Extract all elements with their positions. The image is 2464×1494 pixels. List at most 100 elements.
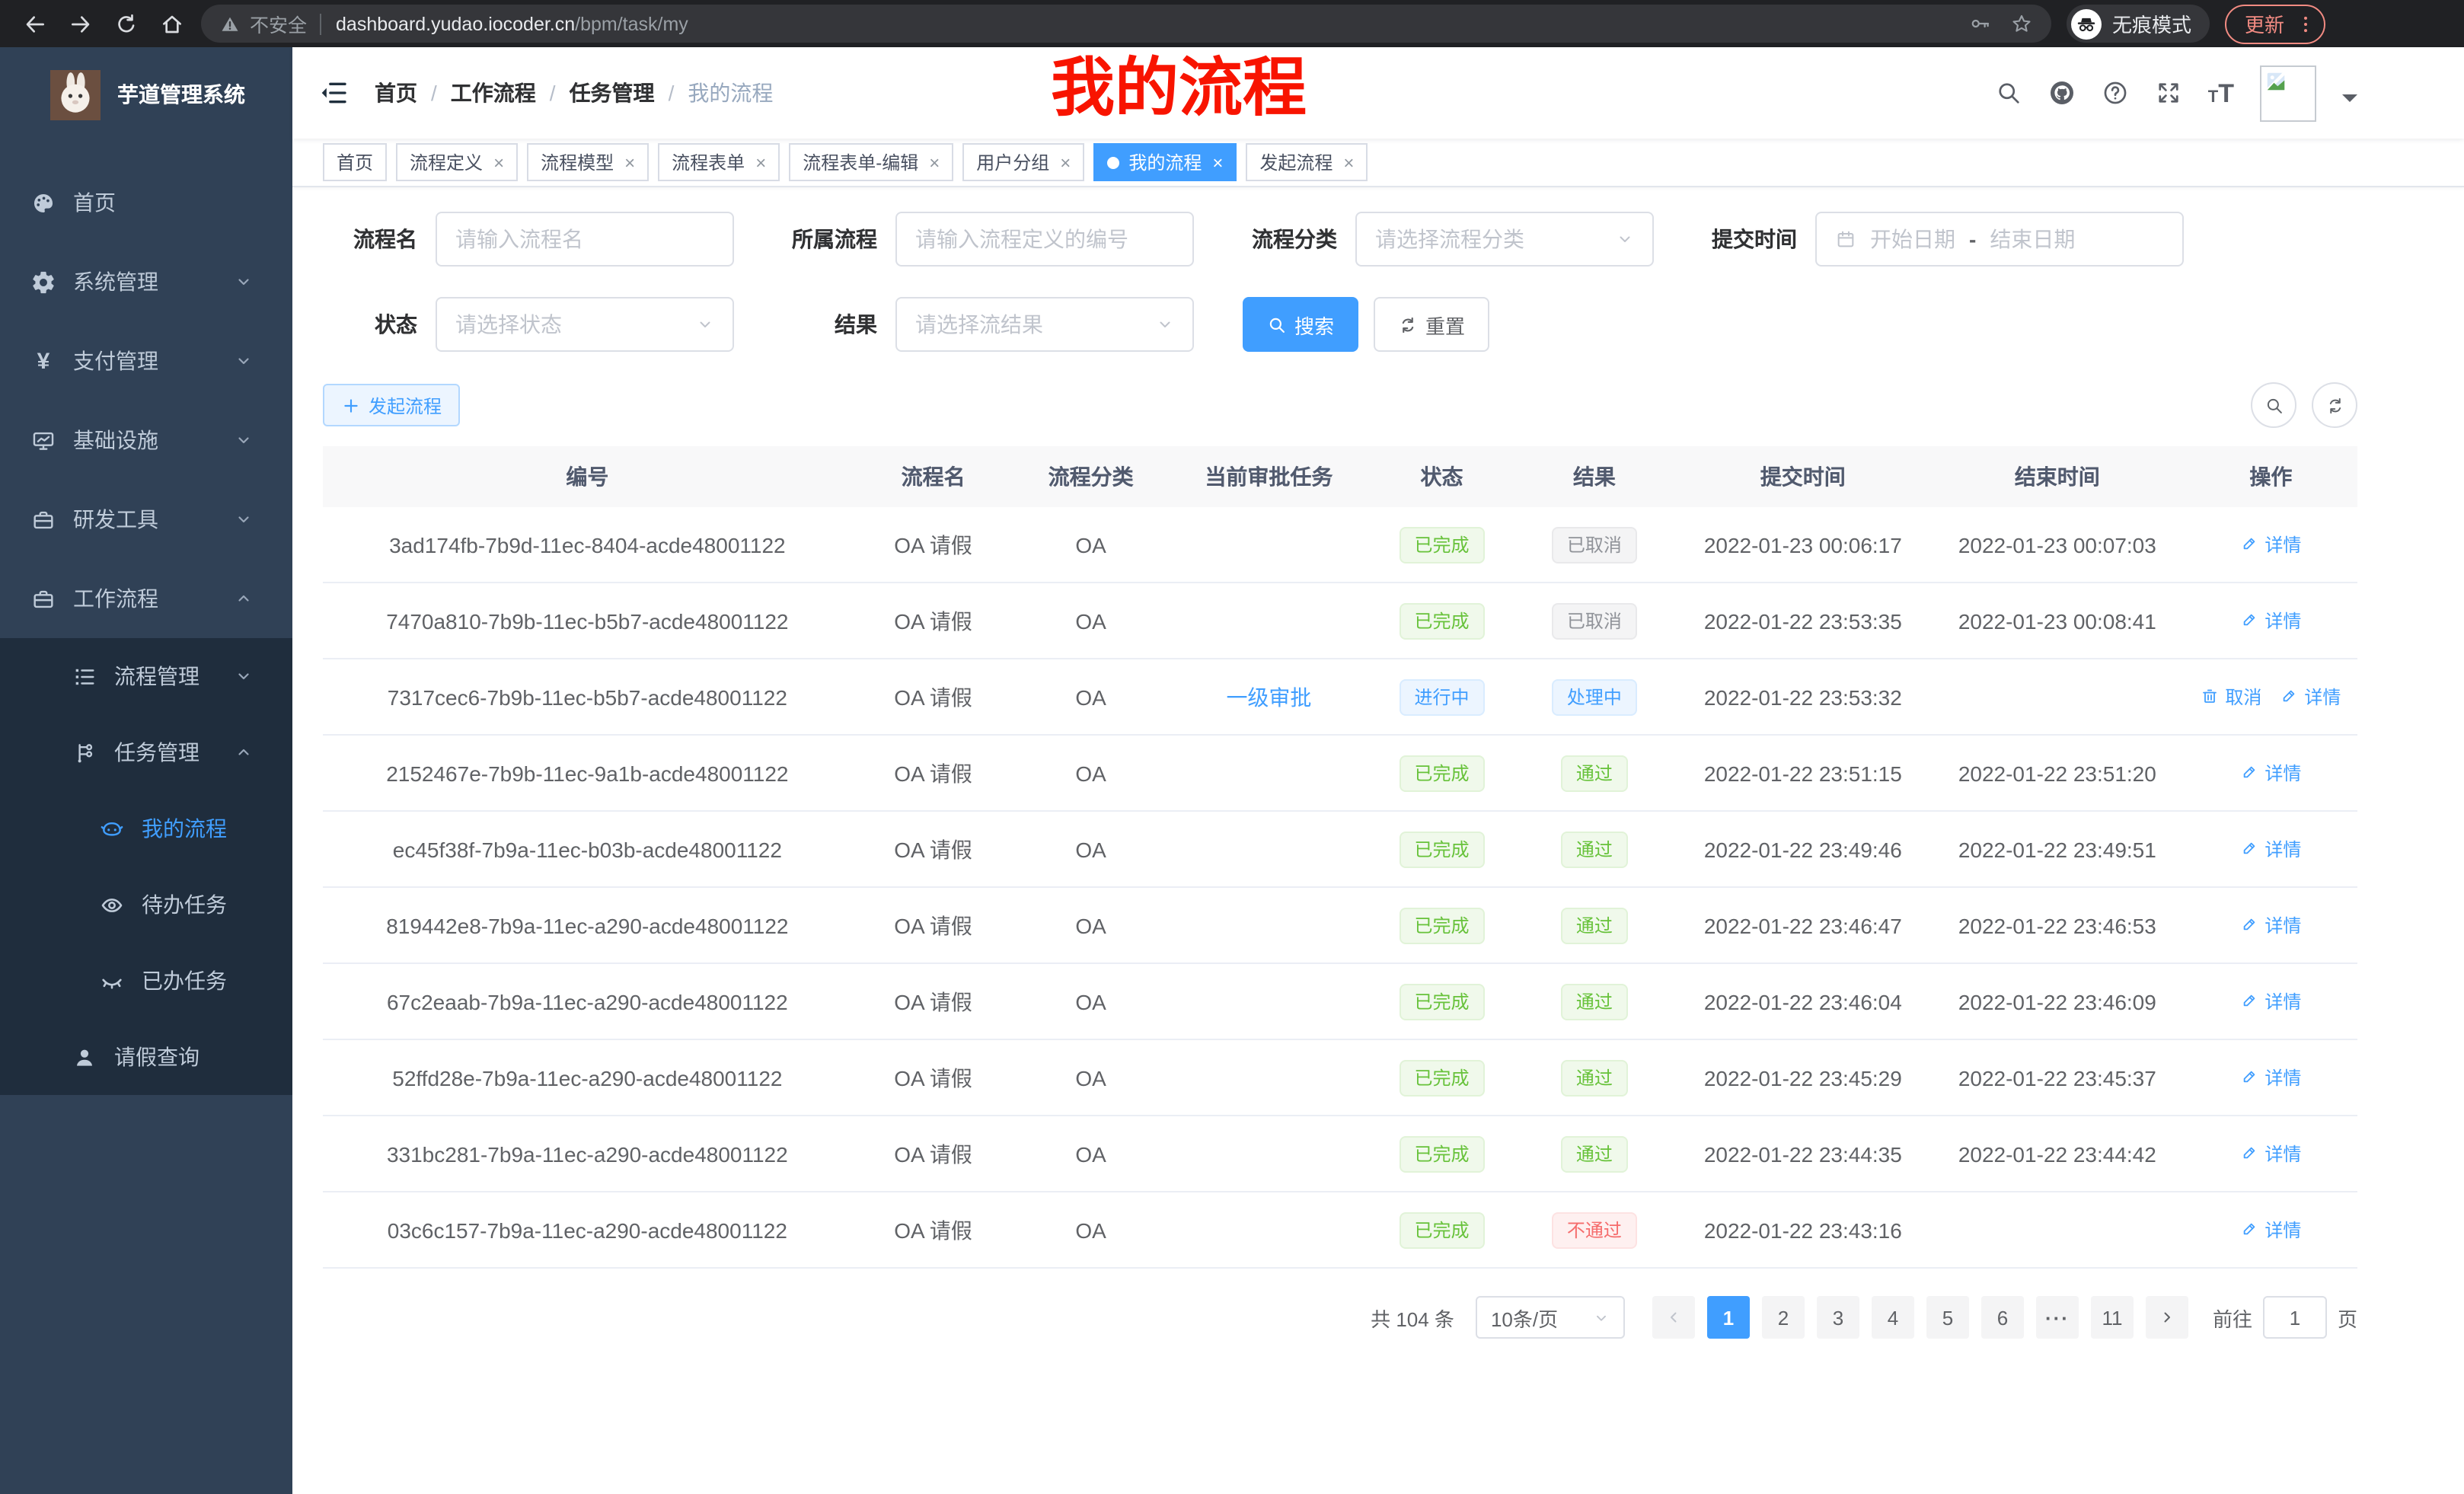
edit-icon [2240, 611, 2258, 630]
cell-category: OA [1014, 1141, 1167, 1166]
detail-link[interactable]: 详情 [2240, 988, 2301, 1014]
tab-label: 我的流程 [1128, 149, 1202, 175]
sidebar-item-done-tasks[interactable]: 已办任务 [0, 943, 292, 1019]
breadcrumb-item[interactable]: 任务管理 [570, 78, 655, 108]
toggle-search-button[interactable] [2251, 382, 2296, 428]
detail-link[interactable]: 详情 [2240, 608, 2301, 634]
help-icon[interactable] [2102, 79, 2129, 107]
column-header: 提交时间 [1676, 461, 1930, 492]
page-button-2[interactable]: 2 [1762, 1296, 1805, 1339]
close-icon[interactable]: × [755, 152, 766, 173]
result-badge: 通过 [1561, 1059, 1628, 1096]
page-size-select[interactable]: 10条/页 [1476, 1296, 1625, 1339]
forward-icon[interactable] [69, 11, 93, 36]
process-name-input[interactable] [436, 212, 734, 267]
bookmark-star-icon[interactable] [2010, 12, 2033, 35]
goto-page: 前往页 [2213, 1296, 2357, 1339]
detail-link[interactable]: 详情 [2240, 836, 2301, 862]
close-icon[interactable]: × [1060, 152, 1071, 173]
sidebar-item-payment-mgmt[interactable]: ¥支付管理 [0, 321, 292, 401]
page-button-1[interactable]: 1 [1707, 1296, 1750, 1339]
sidebar-toggle-icon[interactable] [318, 78, 349, 108]
tab-user-group[interactable]: 用户分组× [962, 143, 1084, 181]
browser-update-button[interactable]: 更新 [2225, 4, 2325, 43]
sidebar-item-leave-query[interactable]: 请假查询 [0, 1019, 292, 1095]
sidebar-item-todo-tasks[interactable]: 待办任务 [0, 867, 292, 943]
app-logo[interactable]: 芋道管理系统 [0, 47, 292, 142]
close-icon[interactable]: × [929, 152, 940, 173]
page-button-5[interactable]: 5 [1926, 1296, 1969, 1339]
sidebar-item-dev-tools[interactable]: 研发工具 [0, 480, 292, 559]
tab-process-form[interactable]: 流程表单× [658, 143, 780, 181]
tab-process-model[interactable]: 流程模型× [527, 143, 649, 181]
tab-start-process[interactable]: 发起流程× [1246, 143, 1368, 181]
create-process-button[interactable]: 发起流程 [323, 384, 460, 426]
next-page-button[interactable] [2146, 1296, 2188, 1339]
breadcrumb-item[interactable]: 工作流程 [451, 78, 536, 108]
avatar-dropdown-caret[interactable] [2342, 94, 2357, 110]
search-button[interactable]: 搜索 [1243, 297, 1358, 352]
close-icon[interactable]: × [1343, 152, 1354, 173]
cell-name: OA 请假 [852, 910, 1015, 940]
detail-link[interactable]: 详情 [2240, 1065, 2301, 1090]
page-button-11[interactable]: 11 [2091, 1296, 2134, 1339]
tab-process-definition[interactable]: 流程定义× [396, 143, 518, 181]
sidebar-item-my-process[interactable]: 我的流程 [0, 790, 292, 867]
table-row: 2152467e-7b9b-11ec-9a1b-acde48001122OA 请… [323, 736, 2357, 812]
tab-process-form-edit[interactable]: 流程表单-编辑× [789, 143, 953, 181]
close-icon[interactable]: × [1212, 152, 1223, 173]
yen-icon: ¥ [30, 348, 56, 374]
reset-button[interactable]: 重置 [1374, 297, 1489, 352]
sidebar-item-process-mgmt[interactable]: 流程管理 [0, 638, 292, 714]
browser-menu-icon[interactable] [2295, 13, 2316, 34]
prev-page-button[interactable] [1652, 1296, 1695, 1339]
detail-link[interactable]: 详情 [2240, 760, 2301, 786]
reload-icon[interactable] [114, 11, 139, 36]
detail-link[interactable]: 详情 [2240, 912, 2301, 938]
column-header: 结束时间 [1930, 461, 2185, 492]
category-select[interactable]: 请选择流程分类 [1355, 212, 1654, 267]
key-icon[interactable] [1969, 12, 1992, 35]
status-badge: 已完成 [1400, 602, 1485, 639]
result-select[interactable]: 请选择流结果 [895, 297, 1194, 352]
close-icon[interactable]: × [624, 152, 635, 173]
page-button-6[interactable]: 6 [1981, 1296, 2024, 1339]
submit-time-range-picker[interactable]: 开始日期 - 结束日期 [1815, 212, 2184, 267]
status-badge: 已完成 [1400, 526, 1485, 563]
refresh-table-button[interactable] [2312, 382, 2357, 428]
sidebar-item-workflow[interactable]: 工作流程 [0, 559, 292, 638]
pagination-more[interactable]: ··· [2036, 1296, 2079, 1339]
back-icon[interactable] [23, 11, 47, 36]
breadcrumb-item[interactable]: 首页 [375, 78, 417, 108]
security-warning-icon[interactable] [219, 13, 241, 34]
cell-end-time: 2022-01-22 23:49:51 [1930, 837, 2185, 861]
page-button-3[interactable]: 3 [1817, 1296, 1859, 1339]
detail-link[interactable]: 详情 [2240, 1141, 2301, 1167]
process-definition-input[interactable] [895, 212, 1194, 267]
tab-my-process[interactable]: 我的流程 × [1093, 143, 1237, 181]
sidebar-item-task-mgmt[interactable]: 任务管理 [0, 714, 292, 790]
github-icon[interactable] [2048, 79, 2076, 107]
detail-link[interactable]: 详情 [2240, 1217, 2301, 1243]
fullscreen-icon[interactable] [2155, 79, 2182, 107]
cancel-link[interactable]: 取消 [2201, 684, 2261, 710]
sidebar-item-home[interactable]: 首页 [0, 163, 292, 242]
home-icon[interactable] [160, 11, 184, 36]
cell-status: 已完成 [1371, 1211, 1513, 1248]
status-select[interactable]: 请选择状态 [436, 297, 734, 352]
font-size-icon[interactable]: TT [2208, 80, 2234, 106]
sidebar-item-system-mgmt[interactable]: 系统管理 [0, 242, 292, 321]
avatar[interactable] [2260, 65, 2316, 121]
close-icon[interactable]: × [493, 152, 504, 173]
goto-page-input[interactable] [2263, 1296, 2327, 1339]
task-link[interactable]: 一级审批 [1226, 685, 1311, 709]
page-button-4[interactable]: 4 [1872, 1296, 1914, 1339]
search-icon[interactable] [1995, 79, 2022, 107]
chevron-up-icon [235, 589, 253, 608]
address-bar[interactable]: 不安全 dashboard.yudao.iocoder.cn/bpm/task/… [201, 5, 2051, 43]
detail-link[interactable]: 详情 [2240, 532, 2301, 557]
detail-link[interactable]: 详情 [2280, 684, 2341, 710]
tab-home[interactable]: 首页 [323, 143, 387, 181]
sidebar-item-infrastructure[interactable]: 基础设施 [0, 401, 292, 480]
sidebar-item-label: 流程管理 [114, 661, 199, 691]
